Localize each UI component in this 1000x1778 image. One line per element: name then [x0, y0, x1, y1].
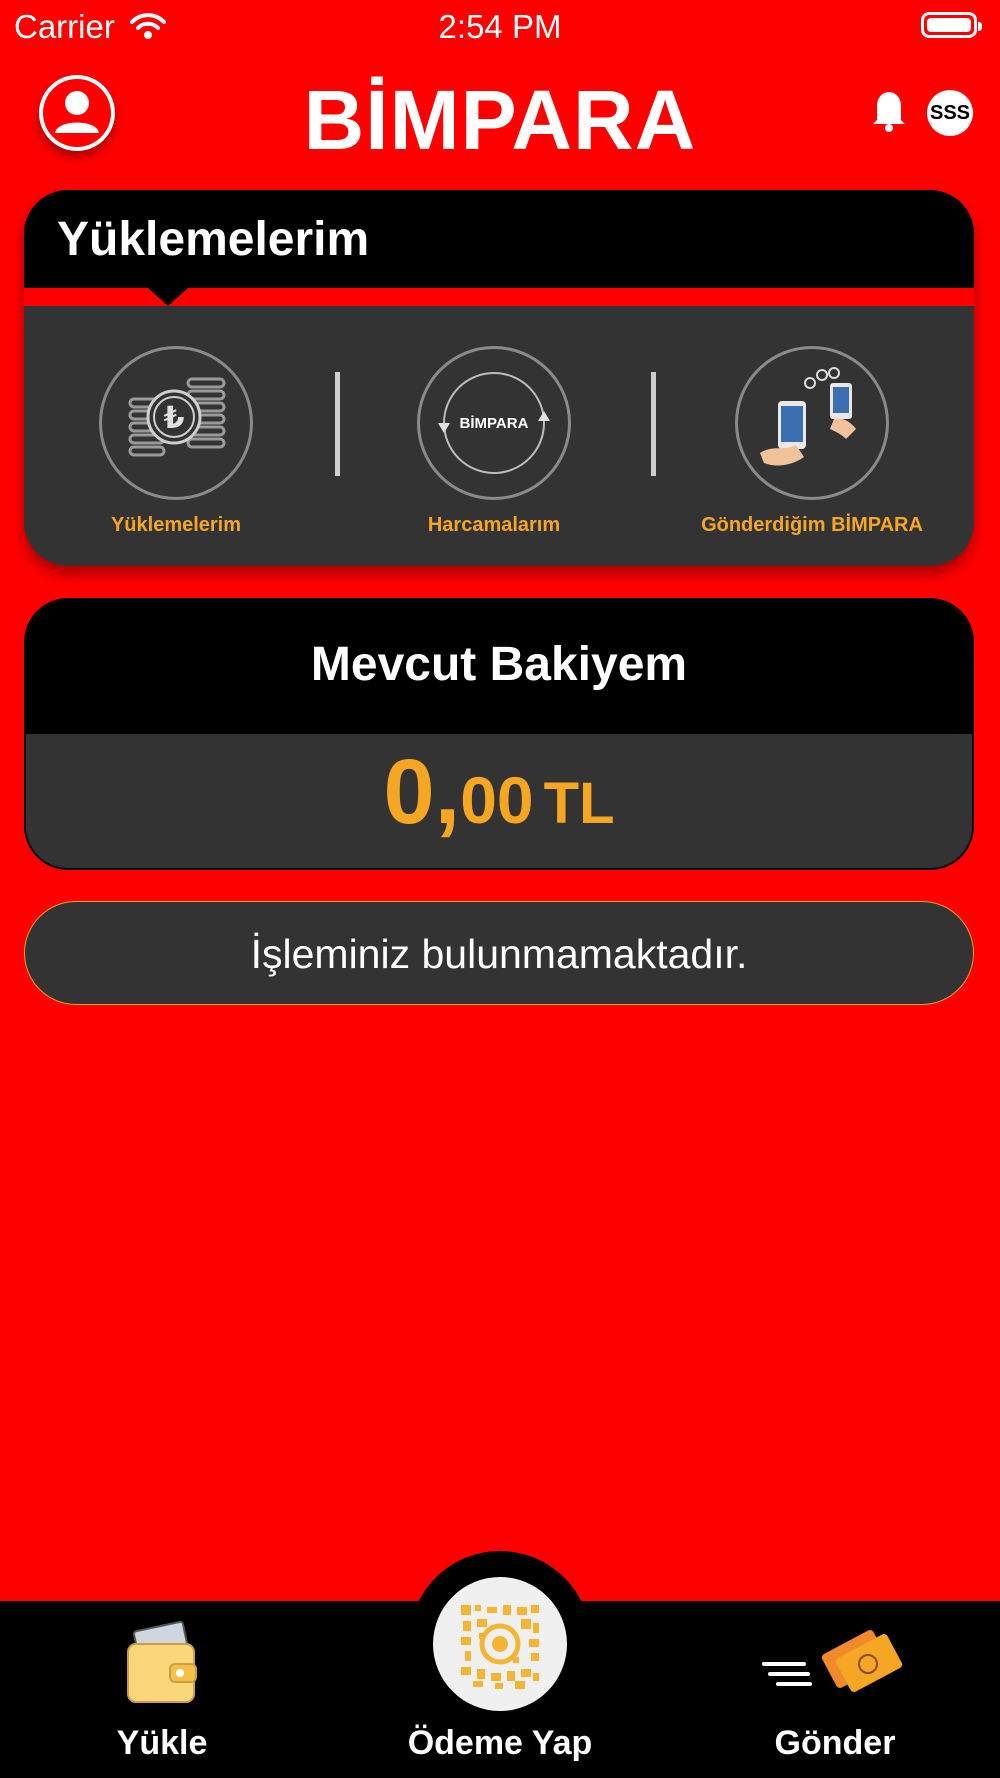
divider [651, 372, 656, 476]
balance-currency: TL [543, 771, 615, 836]
uploads-card-title: Yüklemelerim [57, 213, 370, 266]
nav-send-label: Gönder [774, 1724, 896, 1762]
bell-icon[interactable] [869, 86, 909, 134]
nav-pay-label: Ödeme Yap [407, 1724, 593, 1762]
qr-code-icon [461, 1605, 539, 1689]
balance-card-header: Mevcut Bakiyem [26, 600, 972, 734]
bimpara-cycle-icon: BİMPARA [438, 372, 550, 474]
balance-card-title: Mevcut Bakiyem [310, 638, 688, 691]
battery-icon [921, 12, 982, 38]
nav-send[interactable]: Gönder [710, 1614, 960, 1762]
feature-spendings-circle: BİMPARA [417, 346, 571, 500]
balance-integer: 0, [383, 741, 461, 843]
feature-uploads-label: Yüklemelerim [110, 514, 242, 536]
svg-text:₺: ₺ [164, 401, 185, 436]
feature-sent-circle [735, 346, 889, 500]
coins-lira-icon: ₺ [128, 377, 226, 457]
clock: 2:54 PM [438, 8, 562, 45]
nav-load-label: Yükle [116, 1724, 208, 1762]
uploads-card: Yüklemelerim ₺ Yüklemelerim BİMPARA Harc… [24, 190, 974, 566]
send-card-icon [762, 1630, 903, 1692]
status-bar: Carrier 2:54 PM [0, 0, 1000, 56]
divider [335, 372, 340, 476]
feature-sent[interactable]: Gönderdiğim BİMPARA [662, 346, 962, 537]
feature-sent-label: Gönderdiğim BİMPARA [701, 514, 923, 536]
tab-pointer [148, 288, 188, 306]
balance-card: Mevcut Bakiyem 0,00 TL [24, 598, 974, 870]
phone-transfer-icon [760, 367, 856, 466]
nav-load[interactable]: Yükle [37, 1614, 287, 1762]
wallet-icon [127, 1620, 197, 1703]
feature-uploads-circle: ₺ [99, 346, 253, 500]
balance-decimal: 00 [460, 763, 534, 837]
feature-spendings[interactable]: BİMPARA Harcamalarım [344, 346, 644, 537]
cycle-icon-text: BİMPARA [460, 415, 529, 432]
faq-button[interactable]: SSS [927, 90, 973, 136]
uploads-card-header: Yüklemelerim [24, 190, 974, 288]
feature-uploads[interactable]: ₺ Yüklemelerim [26, 346, 326, 537]
empty-transactions-message: İşleminiz bulunmamaktadır. [24, 901, 974, 1005]
qr-pay-button[interactable] [433, 1577, 567, 1711]
feature-spendings-label: Harcamalarım [427, 514, 561, 536]
balance-amount: 0,00 TL [26, 740, 972, 845]
brand-logo: BİMPARA [303, 73, 697, 167]
